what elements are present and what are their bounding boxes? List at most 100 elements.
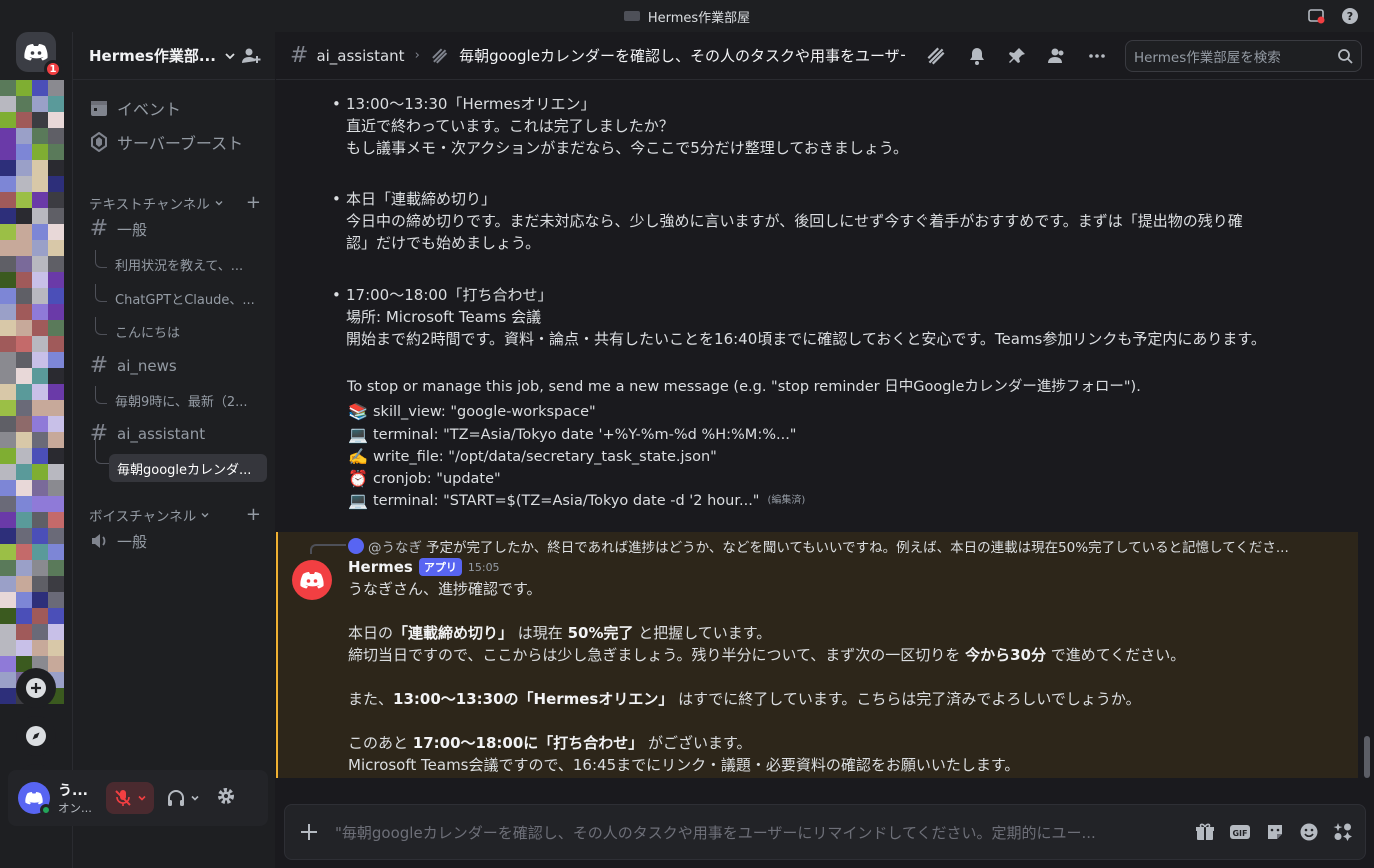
invite-people-icon[interactable] — [241, 46, 261, 66]
pixel-block — [32, 608, 48, 624]
pixel-block — [32, 368, 48, 384]
pixel-block — [32, 576, 48, 592]
pixel-block — [48, 400, 64, 416]
pixel-block — [32, 304, 48, 320]
pixel-block — [16, 160, 32, 176]
pixel-block — [48, 272, 64, 288]
discover-button[interactable] — [16, 716, 56, 756]
pixel-block — [48, 240, 64, 256]
pixel-block — [16, 608, 32, 624]
voice-channel-general[interactable]: 一般 — [89, 526, 267, 556]
pin-icon[interactable] — [1007, 46, 1027, 66]
apps-icon[interactable] — [1333, 822, 1353, 842]
tool-call-item: ✍️ write_file: "/opt/data/secretary_task_… — [347, 446, 717, 468]
thread-title: 毎朝googleカレンダーを確認し、その人のタスクや用事をユーザーにリマインドし… — [459, 47, 905, 65]
sticker-icon[interactable] — [1265, 822, 1285, 842]
add-server-button[interactable] — [16, 668, 56, 708]
pixel-block — [16, 112, 32, 128]
channel-ai-news[interactable]: # ai_news — [89, 351, 267, 381]
pixel-block — [0, 368, 16, 384]
gif-icon[interactable]: GIF — [1229, 822, 1251, 842]
pixel-block — [32, 416, 48, 432]
thread-item-active[interactable]: 毎朝googleカレンダ... — [109, 454, 267, 482]
create-channel-icon[interactable]: + — [246, 504, 261, 525]
server-boost-item[interactable]: サーバーブースト — [89, 130, 243, 154]
pixel-block — [16, 480, 32, 496]
message-text: また、 — [348, 690, 394, 708]
emoji-icon[interactable] — [1299, 822, 1319, 842]
reply-avatar — [348, 538, 364, 554]
attach-button[interactable] — [297, 820, 321, 844]
bell-icon[interactable] — [967, 46, 987, 66]
message-list[interactable]: • 13:00〜13:30「Hermesオリエン」 直近で終わっています。これは… — [276, 80, 1374, 802]
pixel-block — [48, 656, 64, 672]
tool-call-text: skill_view: "google-workspace" — [373, 404, 596, 420]
message-text: 本日の — [348, 624, 394, 642]
threads-icon[interactable] — [925, 45, 947, 67]
server-icons-pixelated[interactable] — [0, 80, 64, 704]
mute-button[interactable] — [106, 782, 154, 814]
list-item-line: 場所: Microsoft Teams 会議 — [346, 308, 542, 326]
category-text-channels[interactable]: テキストチャンネル + — [89, 192, 261, 213]
channel-ai-assistant-label: ai_assistant — [117, 425, 206, 443]
tool-call-item: 💻 terminal: "TZ=Asia/Tokyo date '+%Y-%m-%… — [347, 424, 796, 446]
server-header[interactable]: Hermes作業部... — [73, 32, 275, 80]
gift-icon[interactable] — [1195, 822, 1215, 842]
pixel-block — [48, 576, 64, 592]
highlighted-message[interactable]: @うなぎ 予定が完了したか、終日であれば進捗はどうか、などを聞いてもいいですね。… — [276, 532, 1358, 778]
message-bold: 50%完了 — [567, 624, 634, 642]
thread-label: ChatGPTとClaude、... — [115, 292, 255, 308]
thread-item[interactable]: こんにちは — [95, 317, 271, 345]
tool-call-text: cronjob: "update" — [373, 471, 501, 487]
reply-author: @うなぎ — [368, 540, 422, 556]
category-voice-channels[interactable]: ボイスチャンネル + — [89, 504, 261, 525]
thread-branch — [95, 284, 107, 302]
microphone-muted-icon — [115, 790, 131, 806]
pixel-block — [48, 320, 64, 336]
reply-preview[interactable]: @うなぎ 予定が完了したか、終日であれば進捗はどうか、などを聞いてもいいですね。… — [348, 536, 1348, 556]
thread-item[interactable]: 毎朝9時に、最新（2... — [95, 386, 271, 414]
scrollbar-thumb[interactable] — [1364, 736, 1370, 778]
edited-marker: (編集済) — [767, 495, 806, 506]
channel-ai-assistant[interactable]: # ai_assistant — [89, 419, 267, 449]
tool-call-text: terminal: "TZ=Asia/Tokyo date '+%Y-%m-%d… — [373, 427, 797, 443]
message-input[interactable]: "毎朝googleカレンダーを確認し、その人のタスクや用事をユーザーにリマインド… — [335, 822, 1155, 843]
create-channel-icon[interactable]: + — [246, 192, 261, 213]
more-options-icon[interactable] — [1087, 46, 1107, 66]
thread-label: 毎朝googleカレンダ... — [117, 462, 252, 478]
chevron-down-icon — [225, 52, 235, 59]
user-settings-button[interactable] — [212, 786, 240, 810]
avatar[interactable] — [292, 560, 332, 600]
members-icon[interactable] — [1047, 46, 1067, 66]
svg-text:GIF: GIF — [1232, 829, 1247, 838]
channel-general[interactable]: # 一般 — [89, 214, 267, 244]
list-item-title: 13:00〜13:30「Hermesオリエン」 — [346, 95, 596, 113]
unread-badge: 1 — [44, 60, 62, 78]
avatar[interactable] — [18, 782, 52, 816]
message-bold: 今から30分 — [965, 646, 1046, 664]
list-item-line: もし議事メモ・次アクションがまだなら、今ここで5分だけ整理しておきましょう。 — [346, 139, 908, 157]
help-icon[interactable]: ? — [1340, 6, 1360, 26]
parent-channel-link[interactable]: # ai_assistant — [290, 43, 405, 68]
tool-call-item: 💻 terminal: "START=$(TZ=Asia/Tokyo date -… — [347, 490, 805, 512]
pixel-block — [48, 464, 64, 480]
events-item[interactable]: イベント — [89, 96, 181, 120]
deafen-button[interactable] — [160, 788, 206, 808]
pixel-block — [32, 96, 48, 112]
pixel-block — [0, 256, 16, 272]
stop-instructions: To stop or manage this job, send me a ne… — [347, 379, 1141, 395]
thread-branch — [95, 317, 107, 335]
search-icon — [1338, 48, 1353, 64]
thread-item[interactable]: 利用状況を教えて、... — [95, 250, 271, 278]
list-item: • 本日「連載締め切り」 今日中の締め切りです。まだ未対応なら、少し強めに言いま… — [332, 188, 1326, 254]
direct-messages-button[interactable]: 1 — [16, 32, 62, 78]
message-author[interactable]: Hermes — [348, 558, 413, 576]
chevron-down-icon — [201, 512, 209, 517]
search-input[interactable]: Hermes作業部屋を検索 — [1124, 39, 1362, 72]
pixel-block — [32, 208, 48, 224]
pixel-block — [32, 384, 48, 400]
pixel-block — [16, 592, 32, 608]
thread-item[interactable]: ChatGPTとClaude、... — [95, 284, 271, 312]
laptop-icon: 💻 — [348, 425, 368, 444]
inbox-icon[interactable] — [1306, 6, 1326, 26]
